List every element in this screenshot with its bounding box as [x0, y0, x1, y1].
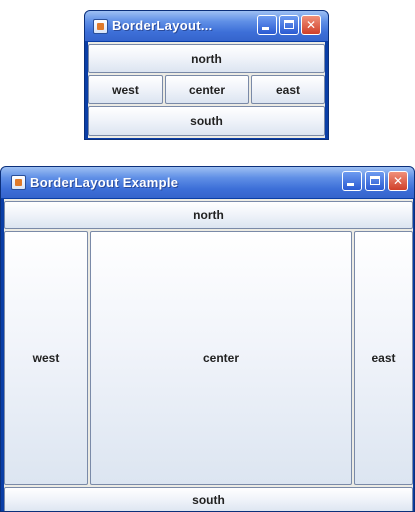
large-window-title: BorderLayout Example [30, 175, 179, 190]
java-app-icon [93, 19, 108, 34]
center-button[interactable]: center [165, 75, 249, 104]
minimize-button[interactable] [257, 15, 277, 35]
minimize-button[interactable] [342, 171, 362, 191]
small-window-title: BorderLayout... [112, 18, 213, 33]
east-button[interactable]: east [354, 231, 413, 485]
south-button[interactable]: south [4, 487, 413, 511]
maximize-button[interactable] [279, 15, 299, 35]
maximize-button[interactable] [365, 171, 385, 191]
small-window-titlebar[interactable]: BorderLayout... ✕ [85, 11, 328, 41]
close-button[interactable]: ✕ [388, 171, 408, 191]
java-app-icon [11, 175, 26, 190]
large-window-content: north west center east south [4, 199, 413, 511]
close-button[interactable]: ✕ [301, 15, 321, 35]
large-window-titlebar[interactable]: BorderLayout Example ✕ [1, 167, 414, 198]
small-window: BorderLayout... ✕ north west center east… [84, 10, 329, 140]
west-button[interactable]: west [4, 231, 88, 485]
west-button[interactable]: west [88, 75, 163, 104]
large-window: BorderLayout Example ✕ north west center… [0, 166, 415, 512]
small-window-content: north west center east south [88, 42, 325, 138]
east-button[interactable]: east [251, 75, 325, 104]
north-button[interactable]: north [88, 44, 325, 73]
north-button[interactable]: north [4, 201, 413, 229]
center-button[interactable]: center [90, 231, 352, 485]
south-button[interactable]: south [88, 106, 325, 136]
